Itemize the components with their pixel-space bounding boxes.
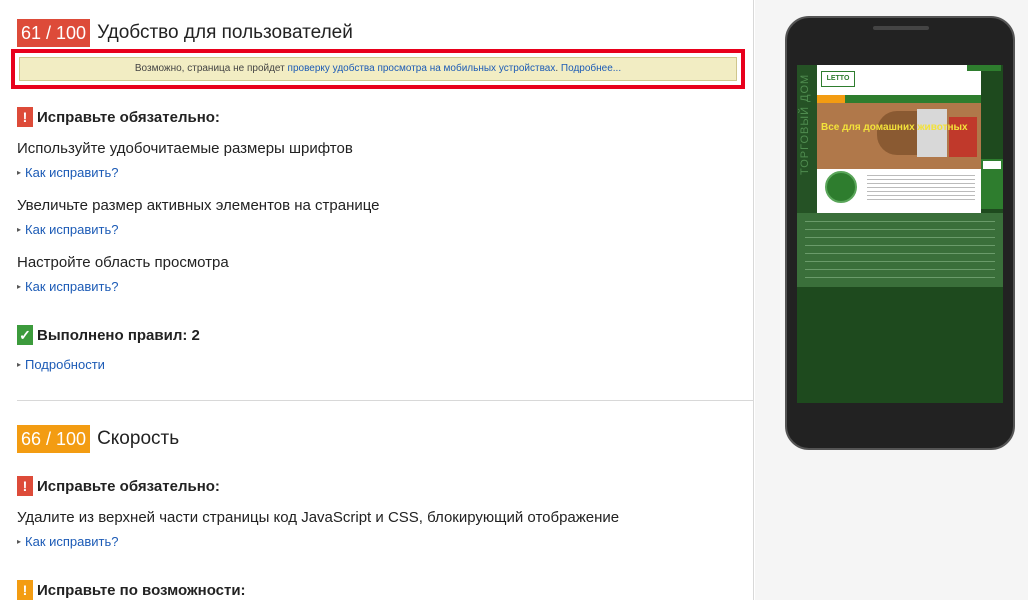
details-label: Подробности [25, 357, 105, 372]
phone-screen-screenshot: ТОРГОВЫЙ ДОМ LETTO Все для домашних живо… [797, 65, 1003, 403]
preview-nav-active [817, 95, 845, 103]
speed-should-fix-header: ! Исправьте по возможности: [17, 580, 246, 600]
phone-preview: ТОРГОВЫЙ ДОМ LETTO Все для домашних живо… [785, 16, 1015, 450]
usability-header: 61 / 100 Удобство для пользователей [17, 19, 353, 47]
how-to-fix-label: Как исправить? [25, 279, 119, 294]
usability-score: 61 / 100 [17, 19, 91, 47]
phone-speaker [873, 26, 929, 30]
expand-triangle-icon: ▸ [17, 537, 22, 546]
how-to-fix-label: Как исправить? [25, 165, 119, 180]
preview-right-logo [983, 161, 1001, 169]
mobile-warning-banner: Возможно, страница не пройдет проверку у… [19, 57, 737, 81]
speed-title: Скорость [97, 428, 180, 449]
how-to-fix-label: Как исправить? [25, 222, 119, 237]
warning-icon: ! [17, 580, 33, 600]
speed-must-fix-header: ! Исправьте обязательно: [17, 476, 220, 496]
warning-more-link[interactable]: Подробнее... [561, 63, 621, 74]
preview-content [817, 169, 981, 213]
preview-topbar [967, 65, 1001, 71]
preview-footer [797, 213, 1003, 287]
speed-header: 66 / 100 Скорость [17, 425, 179, 453]
how-to-fix-link-viewport[interactable]: ▸ Как исправить? [17, 279, 119, 294]
warning-text: Возможно, страница не пройдет [134, 63, 285, 74]
expand-triangle-icon: ▸ [17, 282, 22, 291]
preview-nav [817, 95, 981, 103]
check-icon: ✓ [17, 325, 33, 345]
preview-text-lines [867, 175, 975, 203]
preview-banner: Все для домашних животных [817, 103, 981, 169]
preview-header: LETTO [817, 65, 1001, 95]
preview-footer-lines [805, 221, 995, 279]
must-fix-label: Исправьте обязательно: [37, 108, 220, 126]
preview-bottom [797, 287, 1003, 403]
preview-logo: LETTO [821, 71, 855, 87]
preview-promo-circle [825, 171, 857, 203]
how-to-fix-link-tap-targets[interactable]: ▸ Как исправить? [17, 222, 119, 237]
usability-title: Удобство для пользователей [97, 22, 353, 43]
rule-font-sizes: Используйте удобочитаемые размеры шрифто… [17, 140, 353, 157]
how-to-fix-label: Как исправить? [25, 534, 119, 549]
preview-product-image [917, 109, 947, 157]
rule-render-blocking: Удалите из верхней части страницы код Ja… [17, 509, 620, 526]
error-icon: ! [17, 476, 33, 496]
mobile-warning-highlight: Возможно, страница не пройдет проверку у… [11, 49, 745, 89]
preview-right-block [981, 159, 1003, 209]
rule-viewport: Настройте область просмотра [17, 254, 229, 271]
must-fix-label: Исправьте обязательно: [37, 477, 220, 495]
section-divider [17, 400, 754, 401]
results-panel: 61 / 100 Удобство для пользователей Возм… [0, 0, 754, 600]
details-link[interactable]: ▸ Подробности [17, 357, 105, 372]
should-fix-label: Исправьте по возможности: [37, 581, 246, 599]
rule-tap-targets: Увеличьте размер активных элементов на с… [17, 197, 380, 214]
passed-rules-label: Выполнено правил: 2 [37, 326, 200, 344]
preview-sidebar-text: ТОРГОВЫЙ ДОМ [799, 73, 811, 175]
speed-score: 66 / 100 [17, 425, 91, 453]
expand-triangle-icon: ▸ [17, 168, 22, 177]
mobile-friendly-test-link[interactable]: проверку удобства просмотра на мобильных… [288, 63, 556, 74]
usability-passed-header: ✓ Выполнено правил: 2 [17, 325, 200, 345]
preview-banner-text: Все для домашних животных [821, 122, 968, 133]
usability-must-fix-header: ! Исправьте обязательно: [17, 107, 220, 127]
how-to-fix-link-render-blocking[interactable]: ▸ Как исправить? [17, 534, 119, 549]
error-icon: ! [17, 107, 33, 127]
expand-triangle-icon: ▸ [17, 225, 22, 234]
how-to-fix-link-font-sizes[interactable]: ▸ Как исправить? [17, 165, 119, 180]
expand-triangle-icon: ▸ [17, 360, 22, 369]
